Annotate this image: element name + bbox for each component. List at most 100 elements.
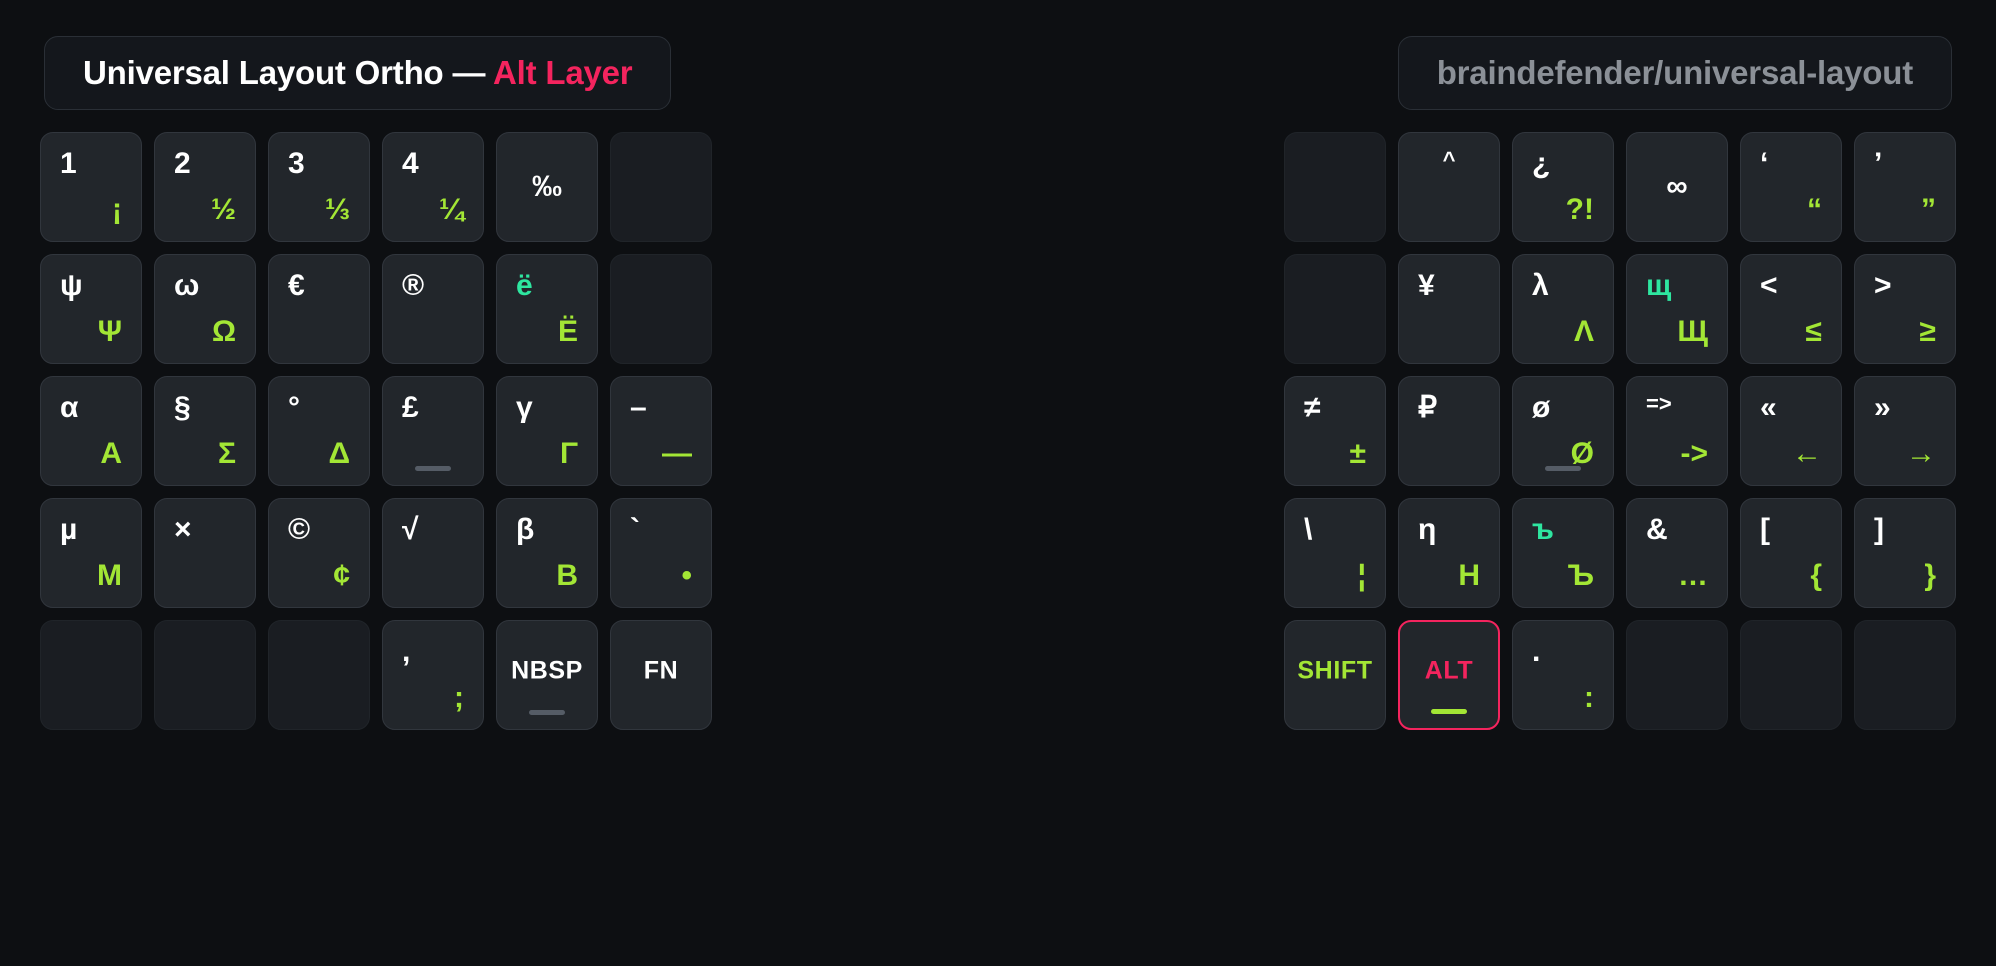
key-glyph-secondary: — xyxy=(662,437,692,470)
key-right-r3c0[interactable]: \ ¦ xyxy=(1284,498,1386,608)
key-left-r2c5[interactable]: – — xyxy=(610,376,712,486)
key-right-r3c1[interactable]: ηH xyxy=(1398,498,1500,608)
key-right-r0c4[interactable]: ‘“ xyxy=(1740,132,1842,242)
key-right-r0c1[interactable]: ^ xyxy=(1398,132,1500,242)
key-right-r0c5[interactable]: ’” xyxy=(1854,132,1956,242)
key-right-r2c1[interactable]: ₽ xyxy=(1398,376,1500,486)
key-empty-left-r4c2 xyxy=(268,620,370,730)
key-label: NBSP xyxy=(511,656,583,685)
key-glyph-secondary: Δ xyxy=(328,437,350,470)
key-right-r4c1[interactable]: ALT xyxy=(1398,620,1500,730)
key-left-r0c2[interactable]: 3⅓ xyxy=(268,132,370,242)
key-left-r3c1[interactable]: × xyxy=(154,498,256,608)
key-right-r1c4[interactable]: < ≤ xyxy=(1740,254,1842,364)
key-glyph-secondary: Ω xyxy=(211,315,236,348)
key-left-r1c0[interactable]: ψΨ xyxy=(40,254,142,364)
homing-bar-indicator xyxy=(415,466,451,471)
key-right-r2c3[interactable]: => -> xyxy=(1626,376,1728,486)
key-glyph-secondary: Σ xyxy=(217,437,236,470)
key-left-r1c3[interactable]: ® xyxy=(382,254,484,364)
key-left-r0c3[interactable]: 4¼ xyxy=(382,132,484,242)
homing-bar-indicator xyxy=(1431,709,1467,714)
key-right-r4c2[interactable]: .: xyxy=(1512,620,1614,730)
keyboard-row-left-2: α A § Σ ° Δ £ γ Γ – — xyxy=(40,376,712,486)
key-glyph-primary: » xyxy=(1874,391,1891,424)
key-glyph-secondary: Ъ xyxy=(1567,559,1594,592)
keyboard-row-right-4: SHIFT ALT.: xyxy=(1284,620,1956,730)
key-glyph-secondary: Ψ xyxy=(97,315,122,348)
key-left-r4c3[interactable]: ,; xyxy=(382,620,484,730)
key-left-r4c4[interactable]: NBSP xyxy=(496,620,598,730)
key-right-r3c2[interactable]: ъЪ xyxy=(1512,498,1614,608)
key-glyph-primary: β xyxy=(516,513,535,546)
key-empty-right-r4c3 xyxy=(1626,620,1728,730)
homing-bar-indicator xyxy=(1545,466,1581,471)
key-left-r2c2[interactable]: ° Δ xyxy=(268,376,370,486)
keyboard-row-left-1: ψ Ψω Ω € ® ë Ë xyxy=(40,254,712,364)
key-glyph-primary: & xyxy=(1646,513,1668,546)
key-glyph-primary: [ xyxy=(1760,513,1770,546)
key-left-r3c2[interactable]: © ¢ xyxy=(268,498,370,608)
key-glyph-primary: ₽ xyxy=(1418,391,1438,424)
key-right-r3c3[interactable]: &… xyxy=(1626,498,1728,608)
key-left-r2c1[interactable]: § Σ xyxy=(154,376,256,486)
key-right-r1c5[interactable]: > ≥ xyxy=(1854,254,1956,364)
key-right-r4c0[interactable]: SHIFT xyxy=(1284,620,1386,730)
key-glyph-primary: 1 xyxy=(60,147,77,180)
key-glyph-secondary: Щ xyxy=(1677,315,1708,348)
key-glyph-secondary: ≤ xyxy=(1805,315,1822,348)
keyboard-row-left-0: 1 ¡ 2 ½ 3 ⅓ 4 ¼ ‰ xyxy=(40,132,712,242)
key-left-r3c5[interactable]: ` • xyxy=(610,498,712,608)
key-label: SHIFT xyxy=(1297,656,1373,685)
key-glyph-secondary: ¦ xyxy=(1357,559,1366,592)
key-left-r3c4[interactable]: βB xyxy=(496,498,598,608)
key-right-r0c2[interactable]: ¿?! xyxy=(1512,132,1614,242)
key-glyph-secondary: B xyxy=(556,559,578,592)
key-glyph-secondary: Λ xyxy=(1573,315,1594,348)
key-right-r2c0[interactable]: ≠ ± xyxy=(1284,376,1386,486)
key-glyph-primary: α xyxy=(60,391,79,424)
page-title-pill: Universal Layout Ortho — Alt Layer xyxy=(44,36,672,110)
key-glyph-primary: щ xyxy=(1646,269,1672,302)
key-glyph-secondary: ¼ xyxy=(438,193,464,226)
key-left-r4c5[interactable]: FN xyxy=(610,620,712,730)
key-right-r1c3[interactable]: щЩ xyxy=(1626,254,1728,364)
key-left-r0c0[interactable]: 1 ¡ xyxy=(40,132,142,242)
key-glyph-primary: γ xyxy=(516,391,533,424)
key-left-r3c0[interactable]: µM xyxy=(40,498,142,608)
key-glyph-secondary: H xyxy=(1458,559,1480,592)
key-glyph-secondary: “ xyxy=(1807,193,1822,226)
page-title-accent: Alt Layer xyxy=(493,54,633,91)
keyboard-row-right-2: ≠ ± ₽ ø Ø => -> «←» → xyxy=(1284,376,1956,486)
key-left-r2c0[interactable]: αA xyxy=(40,376,142,486)
key-glyph-center: ‰ xyxy=(532,170,562,203)
key-right-r1c1[interactable]: ¥ xyxy=(1398,254,1500,364)
keyboard-right-half: ^ ¿?! ∞ ‘“’” ¥ λ Λщ Щ < ≤ > ≥ ≠ ± ₽ ø Ø => -> «←» → \ ¦ η Hъ Ъ &…[… xyxy=(1284,132,1956,730)
key-glyph-secondary: A xyxy=(100,437,122,470)
key-left-r0c1[interactable]: 2½ xyxy=(154,132,256,242)
key-right-r3c4[interactable]: [{ xyxy=(1740,498,1842,608)
key-right-r2c5[interactable]: » → xyxy=(1854,376,1956,486)
key-left-r3c3[interactable]: √ xyxy=(382,498,484,608)
key-right-r0c3[interactable]: ∞ xyxy=(1626,132,1728,242)
key-left-r1c2[interactable]: € xyxy=(268,254,370,364)
key-right-r2c2[interactable]: øØ xyxy=(1512,376,1614,486)
key-glyph-primary: ’ xyxy=(1874,147,1883,180)
key-right-r2c4[interactable]: «← xyxy=(1740,376,1842,486)
keyboard-layout-page: Universal Layout Ortho — Alt Layer brain… xyxy=(0,0,1996,966)
key-right-r3c5[interactable]: ]} xyxy=(1854,498,1956,608)
key-glyph-primary: ¿ xyxy=(1532,147,1551,180)
key-glyph-secondary: … xyxy=(1678,559,1708,592)
key-empty-left-r1c5 xyxy=(610,254,712,364)
key-left-r1c4[interactable]: ëË xyxy=(496,254,598,364)
key-left-r2c3[interactable]: £ xyxy=(382,376,484,486)
key-left-r0c4[interactable]: ‰ xyxy=(496,132,598,242)
key-left-r2c4[interactable]: γΓ xyxy=(496,376,598,486)
key-left-r1c1[interactable]: ωΩ xyxy=(154,254,256,364)
key-glyph-primary: < xyxy=(1760,269,1778,302)
repository-pill[interactable]: braindefender/universal-layout xyxy=(1397,36,1952,110)
homing-bar-indicator xyxy=(529,710,565,715)
page-header: Universal Layout Ortho — Alt Layer brain… xyxy=(0,0,1996,110)
key-right-r1c2[interactable]: λΛ xyxy=(1512,254,1614,364)
key-glyph-secondary: ≥ xyxy=(1919,315,1936,348)
